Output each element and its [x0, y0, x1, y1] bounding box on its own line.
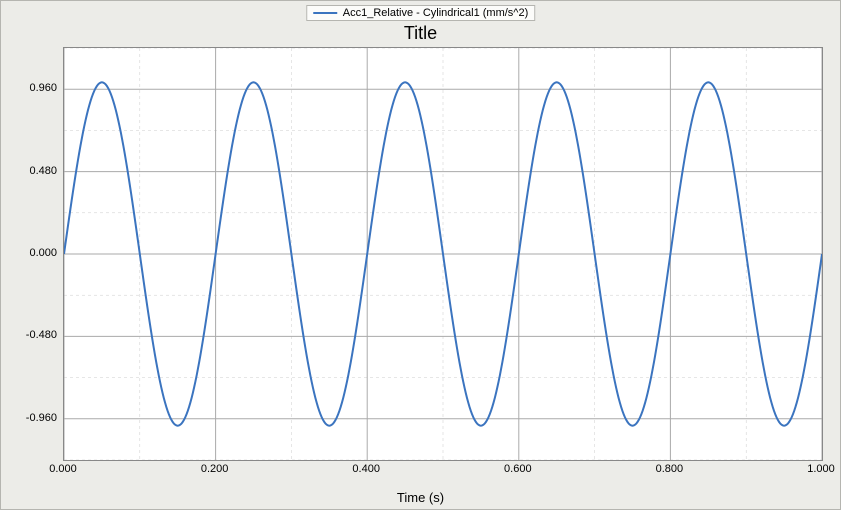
x-axis-label: Time (s): [397, 490, 444, 505]
y-tick-label: 0.000: [29, 247, 57, 259]
x-tick-label: 0.000: [49, 463, 77, 475]
legend-swatch-series1: [313, 12, 337, 14]
y-tick-label: -0.960: [26, 412, 57, 424]
x-tick-label: 0.800: [656, 463, 684, 475]
x-tick-label: 0.600: [504, 463, 532, 475]
y-tick-label: -0.480: [26, 329, 57, 341]
plot-svg: [64, 48, 822, 460]
legend: Acc1_Relative - Cylindrical1 (mm/s^2): [306, 5, 536, 21]
y-tick-label: 0.960: [29, 82, 57, 94]
x-tick-label: 1.000: [807, 463, 835, 475]
x-tick-label: 0.200: [201, 463, 229, 475]
x-tick-label: 0.400: [352, 463, 380, 475]
chart-frame: Acc1_Relative - Cylindrical1 (mm/s^2) Ti…: [0, 0, 841, 510]
chart-title: Title: [404, 23, 437, 44]
legend-label-series1: Acc1_Relative - Cylindrical1 (mm/s^2): [343, 7, 529, 19]
plot-area: [63, 47, 823, 461]
y-tick-label: 0.480: [29, 165, 57, 177]
